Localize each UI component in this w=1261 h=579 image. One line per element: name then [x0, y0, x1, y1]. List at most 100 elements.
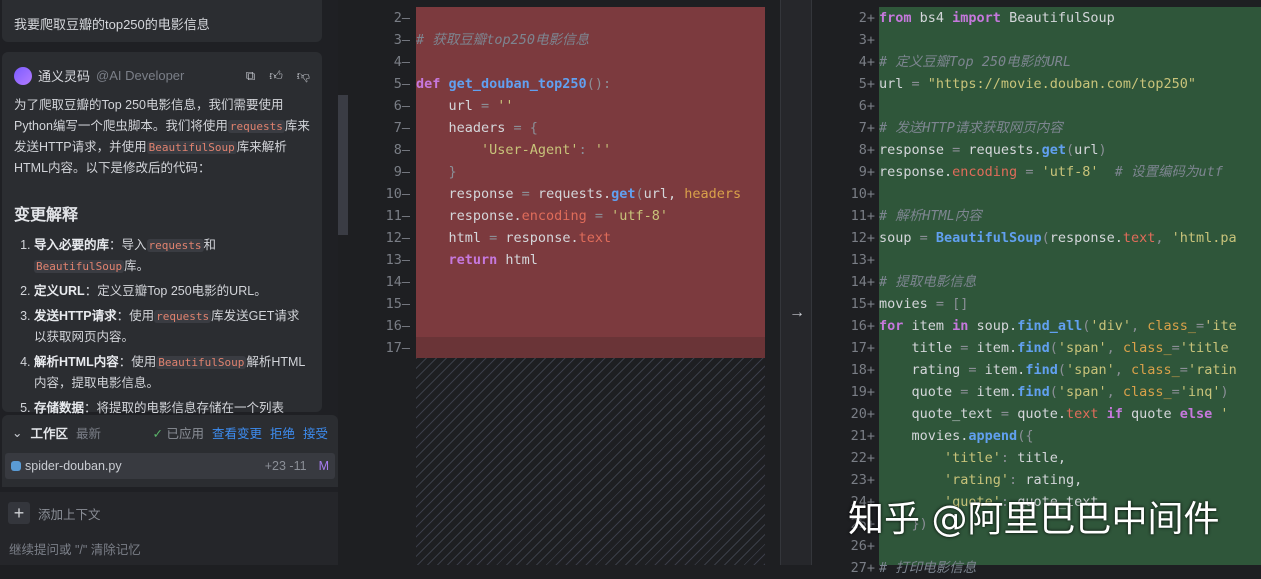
- code-token: 'title: [1179, 340, 1229, 356]
- change-list: 导入必要的库：导入requests和BeautifulSoup库。 定义URL：…: [14, 235, 310, 419]
- code-token: 'html.pa: [1171, 230, 1237, 246]
- code-line: # 获取豆瓣top250电影信息: [416, 29, 589, 51]
- code-token: title: [879, 340, 961, 356]
- code-line: url = "https://movie.douban.com/top250": [879, 73, 1196, 95]
- copy-icon[interactable]: ⧉: [246, 68, 255, 84]
- tongyi-logo-icon: [14, 66, 32, 85]
- code-token: =: [960, 340, 977, 356]
- text: 和: [203, 238, 217, 252]
- file-name: spider-douban.py: [25, 459, 122, 473]
- code-token: =: [1171, 340, 1180, 356]
- code-token: 'User-Agent': [416, 142, 579, 158]
- diff-gutter: →: [780, 0, 812, 565]
- code-token: :: [1009, 472, 1026, 488]
- line-number: 3—: [393, 32, 410, 48]
- code-token: :: [578, 142, 595, 158]
- inline-code: BeautifulSoup: [34, 260, 125, 273]
- code-token: rating,: [1025, 472, 1083, 488]
- code-line: return html: [416, 249, 538, 271]
- code-line: # 解析HTML内容: [879, 205, 982, 227]
- workspace-title: 工作区: [30, 426, 68, 441]
- thumbs-up-icon[interactable]: 👍︎: [269, 68, 283, 84]
- add-context-button[interactable]: + 添加上下文: [8, 502, 101, 524]
- line-number: 2+: [858, 10, 875, 26]
- status-text: 已应用: [166, 426, 204, 441]
- line-number: 19+: [850, 384, 875, 400]
- view-changes-button[interactable]: 查看变更: [212, 423, 262, 442]
- code-token: (: [1049, 384, 1058, 400]
- code-token: =: [521, 186, 538, 202]
- code-token: movies.: [879, 428, 969, 444]
- chevron-down-icon[interactable]: ⌄: [12, 425, 22, 440]
- line-number: 17+: [850, 340, 875, 356]
- workspace-panel: ⌄ 工作区 最新 ✓ 已应用 查看变更 拒绝 接受 spider-douban.…: [2, 415, 338, 487]
- text: ：导入: [109, 238, 147, 252]
- code-line: response = requests.get(url, headers: [416, 183, 742, 205]
- code-line: response.encoding = 'utf-8' # 设置编码为utf: [879, 161, 1223, 183]
- code-token: response: [879, 142, 953, 158]
- code-token: = []: [935, 296, 969, 312]
- code-token: import: [952, 10, 1010, 26]
- code-token: (: [1049, 340, 1058, 356]
- code-line: url = '': [416, 95, 514, 117]
- code-token: item: [911, 318, 953, 334]
- file-item[interactable]: spider-douban.py +23 -11 M: [5, 453, 335, 479]
- line-number: 8—: [393, 142, 410, 158]
- code-token: 'rating': [879, 472, 1010, 488]
- line-number: 13+: [850, 252, 875, 268]
- python-file-icon: [11, 461, 21, 471]
- line-number: 12+: [850, 230, 875, 246]
- code-token: class_: [1122, 340, 1172, 356]
- ai-handle: @AI Developer: [96, 68, 185, 83]
- code-token: ): [1220, 384, 1229, 400]
- code-token: find_all: [1017, 318, 1083, 334]
- code-token: find: [1017, 340, 1050, 356]
- code-token: ': [1220, 406, 1229, 422]
- code-token: for: [879, 318, 912, 334]
- code-token: (: [1057, 362, 1066, 378]
- reject-button[interactable]: 拒绝: [270, 423, 295, 442]
- code-token: # 解析HTML内容: [879, 208, 982, 224]
- code-token: item.: [984, 362, 1026, 378]
- line-number: 16+: [850, 318, 875, 334]
- code-token: 'span': [1065, 362, 1115, 378]
- thumbs-down-icon[interactable]: 👎︎: [297, 68, 310, 84]
- code-token: headers: [684, 186, 742, 202]
- line-number: 14+: [850, 274, 875, 290]
- accept-button[interactable]: 接受: [303, 423, 328, 442]
- chat-input-area: + 添加上下文 继续提问或 "/" 清除记忆: [0, 492, 338, 565]
- code-token: "https://movie.douban.com/top250": [927, 76, 1196, 92]
- code-token: ): [1098, 142, 1107, 158]
- empty-hatch-area: [416, 358, 765, 565]
- filter-dropdown[interactable]: 最新: [76, 423, 101, 442]
- code-line: movies.append({: [879, 425, 1034, 447]
- code-token: =: [1196, 318, 1205, 334]
- scrollbar[interactable]: [338, 95, 348, 235]
- code-token: ,: [1131, 318, 1148, 334]
- chat-input[interactable]: 继续提问或 "/" 清除记忆: [9, 539, 141, 558]
- arrow-right-icon[interactable]: →: [789, 304, 805, 322]
- inline-code: requests: [227, 120, 285, 133]
- inline-code: requests: [146, 239, 204, 252]
- code-token: =: [952, 142, 969, 158]
- code-token: soup: [879, 230, 920, 246]
- diff-stats: +23 -11: [264, 459, 307, 473]
- line-number: 27+: [850, 560, 875, 576]
- code-token: =: [586, 208, 612, 224]
- line-number: 13—: [385, 252, 410, 268]
- code-token: url,: [643, 186, 685, 202]
- code-token: requests.: [968, 142, 1042, 158]
- code-token: =: [960, 384, 977, 400]
- code-line: }: [416, 161, 457, 183]
- code-line: movies = []: [879, 293, 968, 315]
- code-line: soup = BeautifulSoup(response.text, 'htm…: [879, 227, 1237, 249]
- text: ：将提取的电影信息存储在一个列表: [84, 401, 285, 415]
- code-line: response = requests.get(url): [879, 139, 1107, 161]
- code-line: def get_douban_top250():: [416, 73, 611, 95]
- code-line: # 发送HTTP请求获取网页内容: [879, 117, 1063, 139]
- text: ：使用: [116, 309, 155, 323]
- code-token: ({: [1017, 428, 1034, 444]
- code-token: get: [1041, 142, 1066, 158]
- ai-chat-panel: 我要爬取豆瓣的top250的电影信息 通义灵码 @AI Developer ⧉ …: [0, 0, 338, 565]
- code-token: BeautifulSoup: [1009, 10, 1115, 26]
